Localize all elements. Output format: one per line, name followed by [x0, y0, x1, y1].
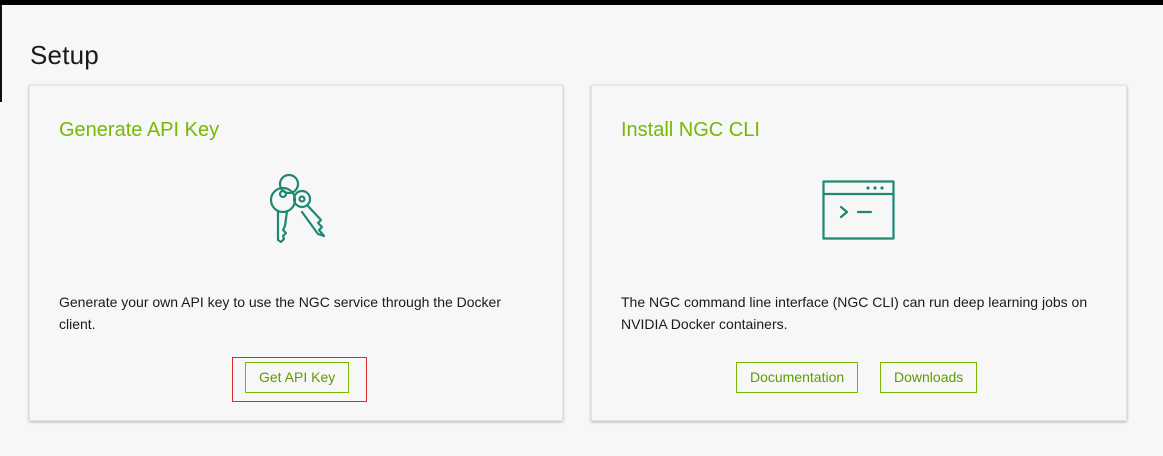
page-title: Setup [30, 40, 99, 70]
window-edge [0, 5, 2, 102]
install-ngc-cli-title: Install NGC CLI [621, 119, 760, 141]
highlight-annotation [232, 357, 367, 402]
top-bar [0, 0, 1163, 5]
downloads-button[interactable]: Downloads [880, 362, 978, 393]
generate-api-key-description: Generate your own API key to use the NGC… [59, 294, 501, 332]
generate-api-key-card: Generate API Key Generate your own API k… [29, 85, 563, 421]
install-ngc-cli-description: The NGC command line interface (NGC CLI)… [621, 294, 1088, 332]
keys-icon [269, 173, 326, 244]
terminal-icon [822, 180, 895, 240]
install-ngc-cli-card: Install NGC CLI The NGC command line int… [591, 85, 1127, 421]
documentation-button[interactable]: Documentation [736, 362, 859, 393]
generate-api-key-title: Generate API Key [59, 119, 220, 141]
